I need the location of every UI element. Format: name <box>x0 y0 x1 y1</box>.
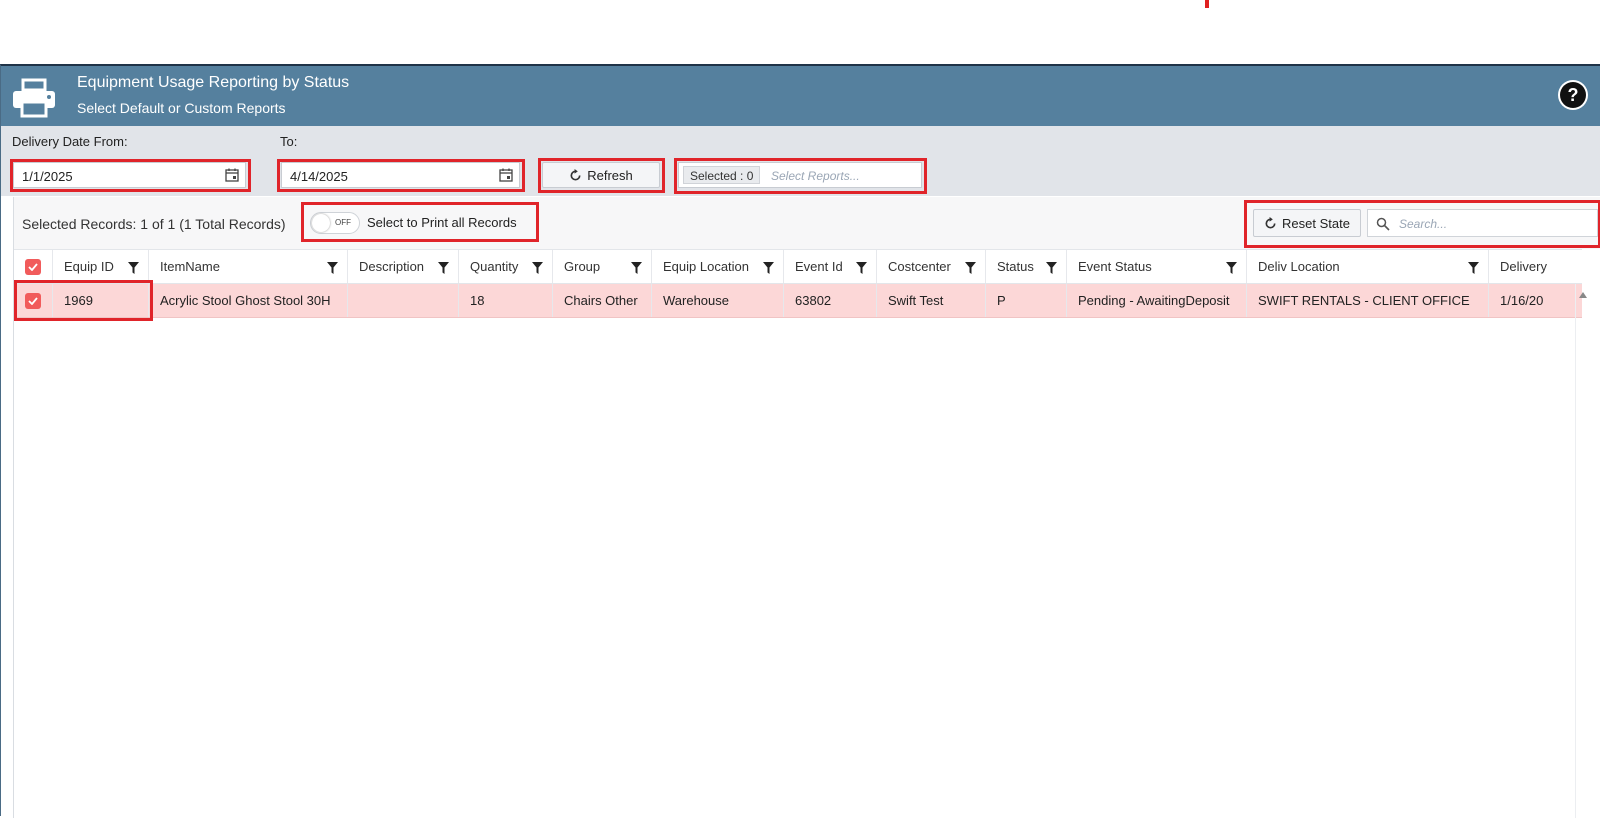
date-from-value: 1/1/2025 <box>22 169 73 184</box>
selected-count-badge: Selected : 0 <box>683 166 761 184</box>
help-button[interactable]: ? <box>1558 80 1588 110</box>
calendar-icon[interactable] <box>499 168 513 182</box>
filter-bar: Delivery Date From: 1/1/2025 To: 4/14/20… <box>1 126 1600 196</box>
cell-itemname: Acrylic Stool Ghost Stool 30H <box>149 284 348 317</box>
column-header-quantity[interactable]: Quantity <box>459 250 553 283</box>
print-all-label: Select to Print all Records <box>367 215 517 230</box>
date-to-value: 4/14/2025 <box>290 169 348 184</box>
select-all-checkbox-cell[interactable] <box>14 250 53 283</box>
reset-state-button[interactable]: Reset State <box>1253 209 1361 237</box>
refresh-icon <box>570 168 581 180</box>
filter-icon[interactable] <box>128 262 139 274</box>
search-input[interactable]: Search... <box>1367 209 1598 237</box>
column-label: Deliv Location <box>1258 259 1340 274</box>
filter-icon[interactable] <box>327 262 338 274</box>
cell-equip-id: 1969 <box>53 284 149 317</box>
filter-icon[interactable] <box>532 262 543 274</box>
cell-equip-location: Warehouse <box>652 284 784 317</box>
toggle-state: OFF <box>335 218 351 227</box>
reports-placeholder: Select Reports... <box>771 169 860 183</box>
column-label: Equip Location <box>663 259 750 274</box>
filter-icon[interactable] <box>438 262 449 274</box>
check-icon <box>28 262 38 271</box>
cell-event-id: 63802 <box>784 284 877 317</box>
row-checkbox[interactable] <box>25 292 41 309</box>
calendar-icon[interactable] <box>225 168 239 182</box>
column-header-description[interactable]: Description <box>348 250 459 283</box>
cell-delivery: 1/16/20 <box>1500 293 1544 308</box>
row-checkbox-cell[interactable] <box>14 284 53 317</box>
column-header-delivery[interactable]: Delivery <box>1489 250 1575 283</box>
refresh-button[interactable]: Refresh <box>542 162 660 188</box>
column-label: ItemName <box>160 259 220 274</box>
table-header: Equip ID ItemName Description Quantity G… <box>14 249 1582 284</box>
date-from-field[interactable]: 1/1/2025 <box>13 162 246 188</box>
records-count: Selected Records: 1 of 1 (1 Total Record… <box>22 216 286 232</box>
column-label: Event Status <box>1078 259 1152 274</box>
toggle-knob <box>312 214 330 232</box>
column-label: Delivery <box>1500 259 1547 274</box>
records-grid: Selected Records: 1 of 1 (1 Total Record… <box>13 197 1600 818</box>
column-label: Description <box>359 259 425 274</box>
table-row[interactable]: 1969 Acrylic Stool Ghost Stool 30H 18 Ch… <box>14 284 1582 318</box>
column-header-costcenter[interactable]: Costcenter <box>877 250 986 283</box>
filter-icon[interactable] <box>631 262 642 274</box>
search-icon <box>1376 217 1390 231</box>
grid-toolbar: Selected Records: 1 of 1 (1 Total Record… <box>14 197 1600 249</box>
printer-icon <box>13 78 55 118</box>
column-label: Costcenter <box>888 259 951 274</box>
filter-icon[interactable] <box>965 262 976 274</box>
print-all-toggle[interactable]: OFF <box>310 212 360 234</box>
cell-group: Chairs Other <box>553 284 652 317</box>
select-all-checkbox[interactable] <box>25 258 41 275</box>
page-title: Equipment Usage Reporting by Status <box>77 74 350 91</box>
page-subtitle: Select Default or Custom Reports <box>77 100 286 116</box>
cell-deliv-location: SWIFT RENTALS - CLIENT OFFICE <box>1247 284 1489 317</box>
column-header-equip-id[interactable]: Equip ID <box>53 250 149 283</box>
reset-icon <box>1265 216 1276 228</box>
column-label: Group <box>564 259 601 274</box>
column-label: Quantity <box>470 259 519 274</box>
filter-icon[interactable] <box>856 262 867 274</box>
filter-icon[interactable] <box>1226 262 1237 274</box>
column-header-deliv-location[interactable]: Deliv Location <box>1247 250 1489 283</box>
cell-status: P <box>986 284 1067 317</box>
filter-icon[interactable] <box>763 262 774 274</box>
reset-state-label: Reset State <box>1282 215 1350 231</box>
column-header-equip-location[interactable]: Equip Location <box>652 250 784 283</box>
cell-event-status: Pending - AwaitingDeposit <box>1067 284 1247 317</box>
vertical-scrollbar[interactable] <box>1575 284 1576 818</box>
column-header-itemname[interactable]: ItemName <box>149 250 348 283</box>
refresh-label: Refresh <box>587 167 633 183</box>
search-placeholder: Search... <box>1399 217 1448 231</box>
filter-icon[interactable] <box>1468 262 1479 274</box>
column-label: Event Id <box>795 259 843 274</box>
filter-icon[interactable] <box>1046 262 1057 274</box>
scroll-up-arrow-icon[interactable] <box>1579 292 1587 298</box>
column-header-event-status[interactable]: Event Status <box>1067 250 1247 283</box>
date-to-field[interactable]: 4/14/2025 <box>281 162 520 188</box>
report-selector[interactable]: Selected : 0 Select Reports... <box>678 162 922 188</box>
report-panel: Equipment Usage Reporting by Status Sele… <box>0 64 1600 818</box>
cell-costcenter: Swift Test <box>877 284 986 317</box>
column-label: Status <box>997 259 1034 274</box>
check-icon <box>28 296 38 305</box>
column-header-event-id[interactable]: Event Id <box>784 250 877 283</box>
date-from-label: Delivery Date From: <box>12 134 128 149</box>
help-icon: ? <box>1560 82 1586 108</box>
date-to-label: To: <box>280 134 298 149</box>
cell-description <box>348 284 459 317</box>
cell-quantity: 18 <box>459 284 553 317</box>
column-header-status[interactable]: Status <box>986 250 1067 283</box>
red-marker <box>1205 0 1209 8</box>
column-header-group[interactable]: Group <box>553 250 652 283</box>
column-label: Equip ID <box>64 259 114 274</box>
panel-header: Equipment Usage Reporting by Status Sele… <box>1 66 1600 126</box>
